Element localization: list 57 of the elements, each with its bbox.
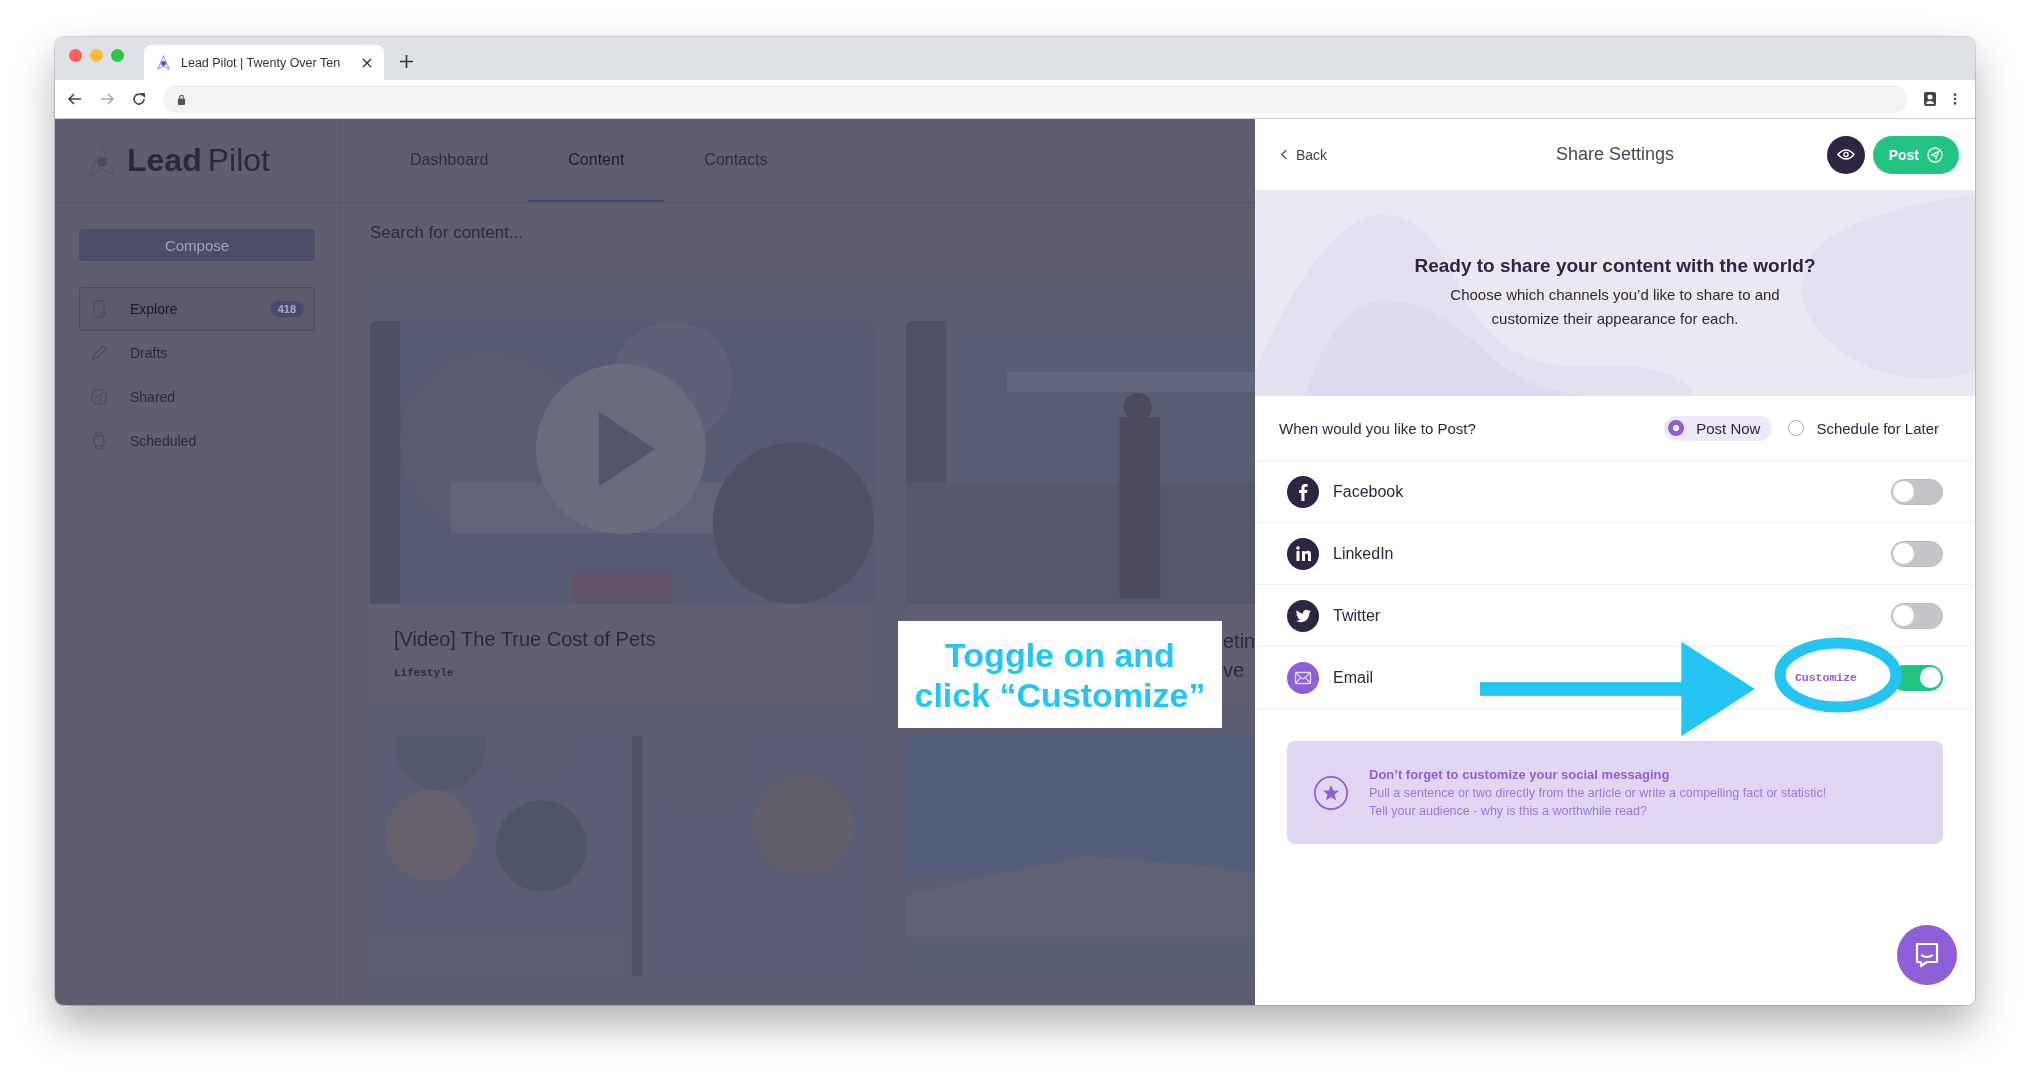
- customize-link[interactable]: Customize: [1794, 671, 1857, 684]
- browser-tab[interactable]: Lead Pilot | Twenty Over Ten: [144, 45, 384, 80]
- rocket-icon: [156, 55, 171, 70]
- radio-button[interactable]: [1668, 420, 1685, 436]
- hero-heading: Ready to share your content with the world?: [1414, 255, 1816, 277]
- question-label: When would you like to Post?: [1279, 419, 1477, 437]
- preview-button[interactable]: [1826, 135, 1865, 174]
- twitter-icon: [1287, 599, 1319, 632]
- tip-text: Pull a sentence or two directly from the article or write a compelling fact or statistic!: [1369, 786, 1827, 800]
- linkedin-icon: [1287, 537, 1319, 570]
- envelope-icon: [1287, 661, 1319, 694]
- toggle-switch[interactable]: [1891, 478, 1943, 505]
- logo-text: Lead: [127, 142, 202, 179]
- close-window-button[interactable]: [69, 49, 82, 62]
- profile-icon[interactable]: [1923, 91, 1937, 107]
- radio-option[interactable]: Post Now: [1664, 415, 1773, 441]
- tip-text: Tell your audience - why is this a worthwhile read?: [1369, 804, 1648, 818]
- panel-title: Share Settings: [1554, 144, 1676, 165]
- tip-title: Don’t forget to customize your social messaging: [1369, 767, 1671, 782]
- chevron-left-icon: [1281, 149, 1288, 160]
- close-tab-icon[interactable]: [362, 57, 372, 68]
- channel-name: LinkedIn: [1333, 544, 1395, 563]
- channel-name: Facebook: [1333, 482, 1405, 501]
- menu-icon[interactable]: [1953, 92, 1957, 106]
- radio-button[interactable]: [1788, 420, 1805, 436]
- lock-icon: [177, 93, 186, 105]
- new-tab-icon[interactable]: [400, 55, 413, 68]
- forward-arrow-icon[interactable]: [99, 91, 115, 107]
- card-title[interactable]: [Video] The True Cost of Pets: [394, 628, 850, 651]
- sidebar-item[interactable]: Drafts: [79, 331, 315, 375]
- back-arrow-icon[interactable]: [67, 91, 83, 107]
- sidebar-item[interactable]: Explore 418: [79, 287, 315, 331]
- card-tag: Lifestyle: [394, 667, 850, 679]
- chat-button[interactable]: [1897, 925, 1957, 985]
- minimize-window-button[interactable]: [90, 49, 103, 62]
- toggle-switch[interactable]: [1891, 540, 1943, 567]
- card-title[interactable]: ve: [1223, 659, 1245, 682]
- annotation-callout: Toggle on and click “Customize”: [898, 621, 1222, 728]
- eye-icon: [1836, 148, 1855, 161]
- channel-name: Twitter: [1333, 606, 1382, 625]
- sidebar-item[interactable]: Scheduled: [79, 419, 315, 463]
- back-button[interactable]: Back: [1281, 146, 1328, 163]
- send-icon: [1927, 146, 1943, 163]
- card-title[interactable]: etin: [1223, 630, 1255, 653]
- sidebar-item[interactable]: Shared: [79, 375, 315, 419]
- maximize-window-button[interactable]: [111, 49, 124, 62]
- toggle-switch[interactable]: [1891, 602, 1943, 629]
- facebook-icon: [1287, 475, 1319, 508]
- count-badge: 418: [269, 301, 304, 317]
- post-button[interactable]: Post: [1872, 135, 1959, 174]
- reload-icon[interactable]: [131, 91, 147, 107]
- channel-name: Email: [1333, 668, 1374, 687]
- nav-tab[interactable]: Content: [528, 119, 665, 202]
- radio-option[interactable]: Schedule for Later: [1784, 415, 1951, 441]
- logo-text: Pilot: [207, 142, 270, 179]
- hero-text: Choose which channels you’d like to share to and customize their appearance for each.: [1449, 285, 1781, 329]
- compose-button[interactable]: Compose: [79, 229, 315, 261]
